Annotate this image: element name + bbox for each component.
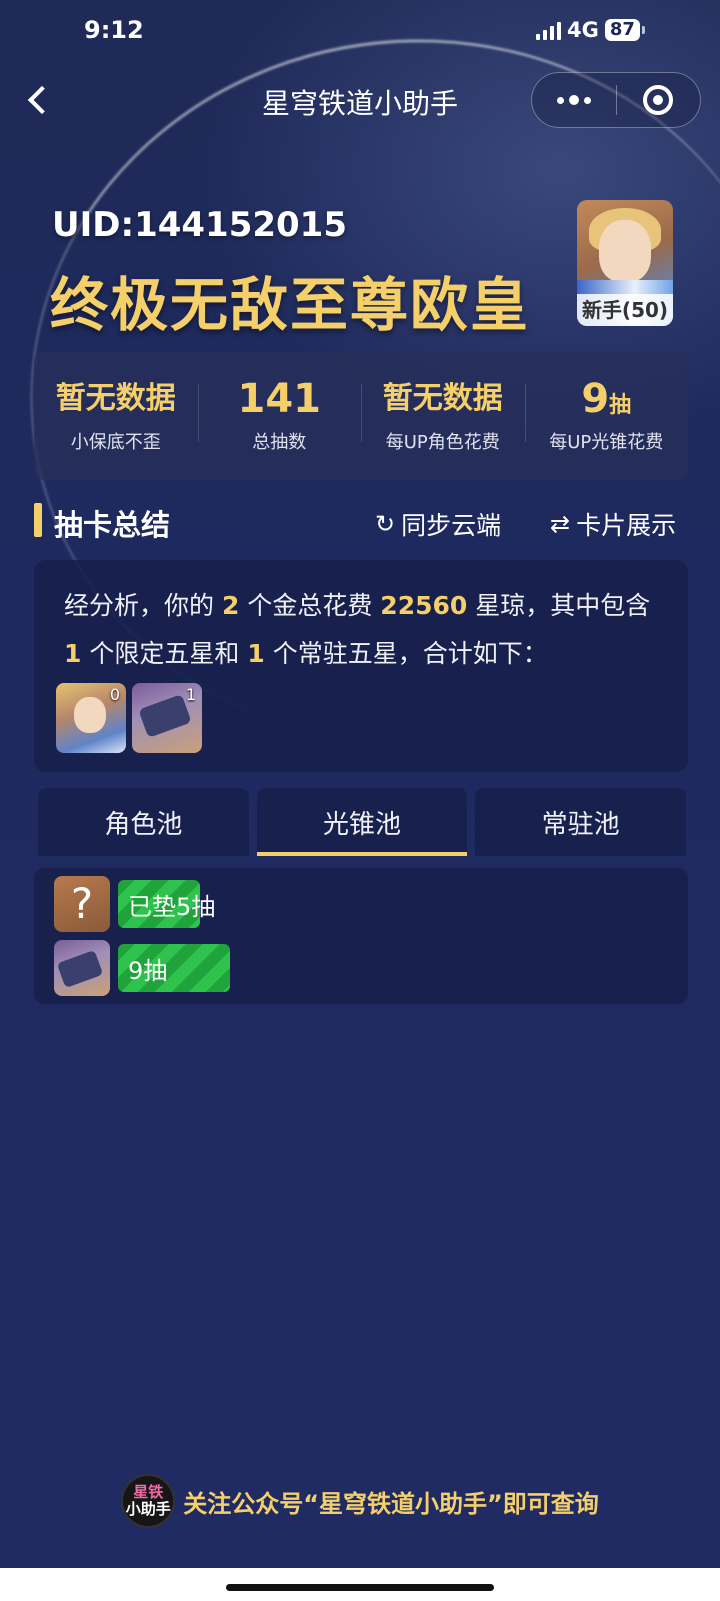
standard-count: 1 — [247, 639, 265, 668]
summary-fragment: 个常驻五星，合计如下： — [272, 639, 548, 668]
summary-text: 经分析，你的 2 个金总花费 22560 星琼，其中包含 1 个限定五星和 1 … — [64, 582, 664, 678]
rank-title: 终极无敌至尊欧皇 — [50, 271, 531, 339]
stat-item: 9抽 每UP光锥花费 — [524, 378, 689, 454]
app-logo: 星铁 小助手 — [121, 1474, 176, 1528]
stat-value: 暂无数据 — [382, 381, 503, 416]
stat-label: 每UP光锥花费 — [549, 432, 664, 453]
swap-icon: ⇄ — [550, 510, 571, 538]
summary-fragment: 个限定五星和 — [89, 639, 240, 668]
avatar-level: 新手(50) — [577, 294, 673, 326]
refresh-icon: ↻ — [375, 510, 396, 538]
footer: 星铁 小助手 关注公众号“星穹铁道小助手”即可查询 — [0, 1474, 720, 1528]
stat-value: 暂无数据 — [55, 381, 176, 416]
logo-line: 小助手 — [125, 1500, 171, 1518]
pull-count-bar: 9抽 — [118, 944, 230, 992]
tab-standard-pool[interactable]: 常驻池 — [475, 788, 687, 856]
status-time: 9:12 — [84, 16, 144, 44]
signal-icon — [536, 20, 561, 40]
stat-label: 每UP角色花费 — [385, 432, 500, 453]
thumb-count: 0 — [109, 685, 120, 704]
logo-line: 星铁 — [133, 1483, 164, 1501]
avatar[interactable]: 新手(50) — [577, 200, 673, 326]
stat-label: 小保底不歪 — [70, 432, 161, 453]
gold-count: 2 — [221, 591, 240, 620]
pull-records: ? 已垫5抽 9抽 — [34, 868, 688, 1004]
stat-item: 暂无数据 小保底不歪 — [34, 378, 198, 454]
lightcone-thumb[interactable]: 1 — [132, 683, 202, 753]
close-miniprogram-button[interactable] — [617, 72, 701, 128]
target-icon — [643, 85, 674, 115]
mini-program-capsule — [531, 72, 701, 128]
stat-value: 141 — [237, 376, 322, 422]
pity-bar: 已垫5抽 — [118, 880, 215, 928]
unknown-item-icon: ? — [54, 876, 110, 932]
pool-tabs: 角色池 光锥池 常驻池 — [38, 788, 687, 856]
stat-item: 暂无数据 每UP角色花费 — [361, 378, 525, 454]
summary-fragment: 个金总花费 — [247, 591, 373, 620]
section-title: 抽卡总结 — [54, 508, 171, 542]
summary-card: 经分析，你的 2 个金总花费 22560 星琼，其中包含 1 个限定五星和 1 … — [34, 560, 688, 772]
cards-label: 卡片展示 — [576, 511, 677, 540]
sync-label: 同步云端 — [401, 511, 502, 540]
footer-text: 关注公众号“星穹铁道小助手”即可查询 — [183, 1489, 599, 1518]
stat-value-with-unit: 9抽 — [525, 378, 689, 420]
list-item[interactable]: 9抽 — [54, 940, 230, 996]
stat-item: 141 总抽数 — [197, 376, 362, 454]
stat-unit: 抽 — [609, 393, 632, 418]
stat-value: 9 — [581, 376, 610, 422]
more-button[interactable] — [532, 72, 616, 128]
network-type: 4G — [567, 18, 599, 42]
tab-lightcone-pool[interactable]: 光锥池 — [256, 788, 468, 856]
user-uid: UID:144152015 — [52, 205, 347, 245]
battery-icon: 87 — [604, 19, 645, 41]
card-display-button[interactable]: ⇄ 卡片展示 — [550, 506, 676, 542]
character-thumb[interactable]: 0 — [56, 683, 126, 753]
tab-character-pool[interactable]: 角色池 — [38, 788, 249, 856]
limited-count: 1 — [64, 639, 82, 668]
sync-cloud-button[interactable]: ↻ 同步云端 — [375, 506, 501, 542]
stat-label: 总抽数 — [252, 432, 307, 453]
stats-panel: 暂无数据 小保底不歪 141 总抽数 暂无数据 每UP角色花费 9抽 每UP光锥… — [34, 352, 688, 480]
total-cost: 22560 — [380, 591, 468, 620]
thumb-count: 1 — [185, 685, 196, 704]
home-indicator — [226, 1584, 494, 1591]
section-accent-bar — [34, 503, 42, 537]
list-item[interactable]: ? 已垫5抽 — [54, 876, 215, 932]
summary-fragment: 星琼，其中包含 — [475, 591, 651, 620]
lightcone-icon — [54, 940, 110, 996]
status-indicators: 4G 87 — [536, 18, 645, 42]
summary-fragment: 经分析，你的 — [64, 591, 215, 620]
